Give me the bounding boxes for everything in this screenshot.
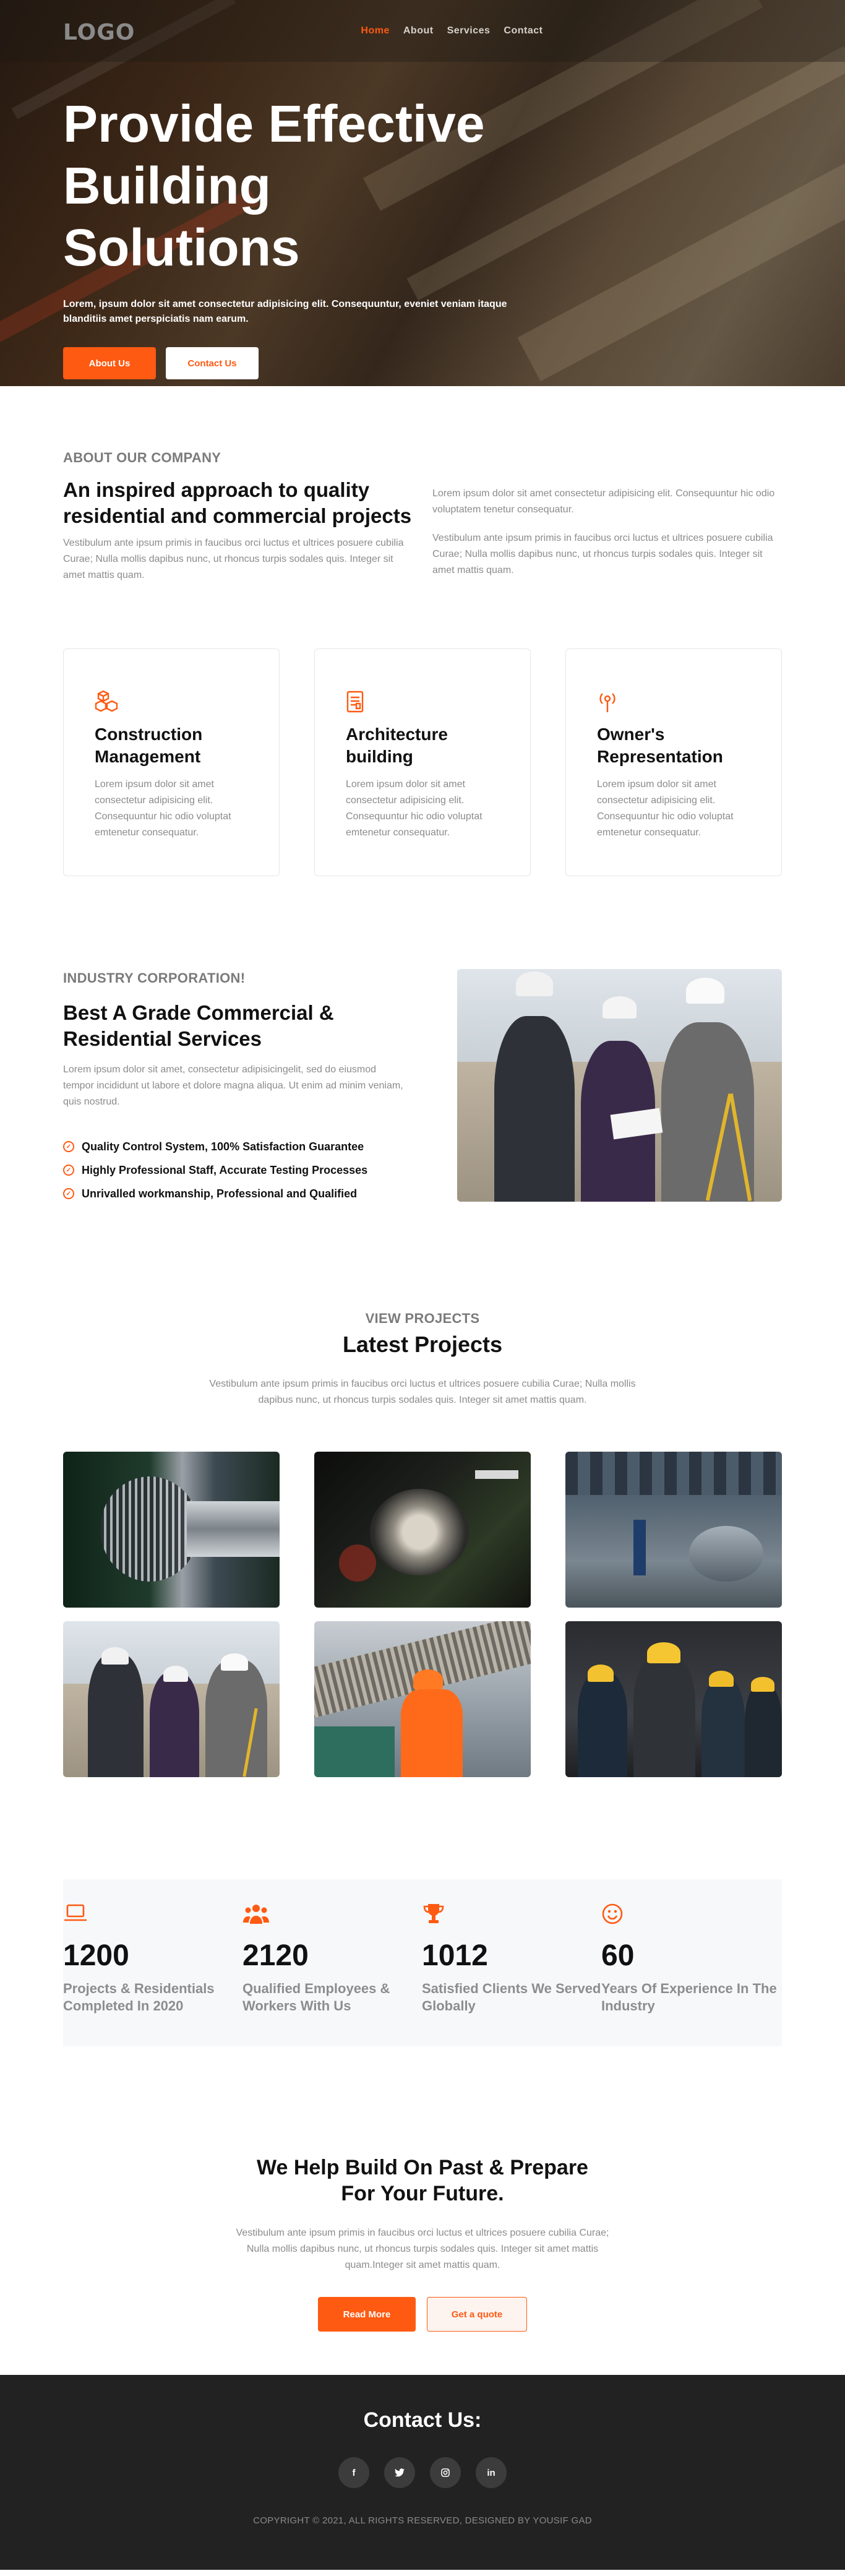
linkedin-icon[interactable]: in (476, 2457, 507, 2488)
about-title: An inspired approach to quality resident… (63, 478, 412, 527)
social-links: f in (0, 2457, 845, 2488)
about-label: ABOUT OUR COMPANY (63, 450, 221, 465)
engineers-photo (457, 969, 782, 1202)
feature-list: ✓ Quality Control System, 100% Satisfacti… (63, 1135, 410, 1205)
nav-item-home[interactable]: Home (361, 25, 389, 37)
projects-title: Latest Projects (342, 1332, 503, 1357)
project-image-turbine[interactable] (63, 1452, 280, 1608)
industry-label: INDUSTRY CORPORATION! (63, 970, 246, 986)
projects-section: VIEW PROJECTS Latest Projects Vestibulum… (63, 1311, 782, 1777)
nav-item-about[interactable]: About (403, 25, 434, 37)
feature-item: ✓ Highly Professional Staff, Accurate Tes… (63, 1158, 410, 1182)
cta-section: We Help Build On Past & Prepare For Your… (63, 2155, 782, 2332)
stat-number: 60 (601, 1939, 635, 1972)
project-image-workers-group[interactable] (565, 1621, 782, 1777)
services-cards: Construction Management Lorem ipsum dolo… (63, 648, 782, 876)
blueprint-icon (346, 690, 373, 715)
service-card-construction: Construction Management Lorem ipsum dolo… (63, 648, 280, 876)
service-card-owner: Owner's Representation Lorem ipsum dolor… (565, 648, 782, 876)
stat-clients: 1012 Satisfied Clients We Served Globall… (422, 1903, 601, 2046)
service-title: Construction Management (95, 725, 203, 766)
twitter-icon[interactable] (384, 2457, 415, 2488)
hero-section: LOGO Home About Services Contact Provide… (0, 0, 845, 386)
stat-text: Projects & Residentials Completed In 202… (63, 1981, 215, 2014)
hero-text: Lorem, ipsum dolor sit amet consectetur … (63, 299, 507, 324)
service-text: Lorem ipsum dolor sit amet consectetur a… (95, 779, 231, 838)
stat-employees: 2120 Qualified Employees & Workers With … (242, 1903, 422, 2046)
stat-text: Satisfied Clients We Served Globally (422, 1981, 601, 2014)
about-us-button[interactable]: About Us (63, 347, 156, 379)
service-title: Owner's Representation (597, 725, 723, 766)
logo[interactable]: LOGO (63, 20, 135, 45)
instagram-icon[interactable] (430, 2457, 461, 2488)
project-image-pipe-worker[interactable] (314, 1621, 531, 1777)
footer: Contact Us: f in COPYRIGHT © 2021, ALL R… (0, 2375, 845, 2570)
about-text-left: Vestibulum ante ipsum primis in faucibus… (63, 538, 404, 580)
check-circle-icon: ✓ (63, 1141, 74, 1152)
hero-content: Provide Effective Building Solutions Lor… (63, 93, 508, 379)
stat-number: 1012 (422, 1939, 488, 1972)
cta-text: Vestibulum ante ipsum primis in faucibus… (236, 2228, 609, 2270)
service-text: Lorem ipsum dolor sit amet consectetur a… (346, 779, 483, 838)
projects-text: Vestibulum ante ipsum primis in faucibus… (209, 1379, 636, 1405)
stat-experience: 60 Years Of Experience In The Industry (601, 1903, 781, 2046)
smile-icon (601, 1903, 781, 1928)
cta-title: We Help Build On Past & Prepare For Your… (257, 2156, 588, 2205)
industry-text: Lorem ipsum dolor sit amet, consectetur … (63, 1064, 403, 1107)
project-image-engineers[interactable] (63, 1621, 280, 1777)
feature-item: ✓ Quality Control System, 100% Satisfacti… (63, 1135, 410, 1158)
stat-number: 1200 (63, 1939, 129, 1972)
service-title: Architecture building (346, 725, 448, 766)
project-image-machine[interactable] (314, 1452, 531, 1608)
service-card-architecture: Architecture building Lorem ipsum dolor … (314, 648, 531, 876)
industry-section: INDUSTRY CORPORATION! Best A Grade Comme… (63, 969, 782, 1205)
trophy-icon (422, 1903, 601, 1928)
hero-title: Provide Effective Building Solutions (63, 95, 485, 277)
stats-bar: 1200 Projects & Residentials Completed I… (63, 1879, 782, 2046)
nav-item-services[interactable]: Services (447, 25, 491, 37)
contact-us-button[interactable]: Contact Us (166, 347, 259, 379)
project-image-factory[interactable] (565, 1452, 782, 1608)
signal-icon (597, 690, 624, 715)
cta-buttons: Read More Get a quote (63, 2297, 782, 2332)
stat-text: Years Of Experience In The Industry (601, 1981, 777, 2014)
copyright-text: COPYRIGHT © 2021, ALL RIGHTS RESERVED, D… (253, 2515, 592, 2526)
facebook-icon[interactable]: f (338, 2457, 369, 2488)
users-icon (242, 1903, 422, 1928)
laptop-icon (63, 1903, 242, 1928)
stat-projects: 1200 Projects & Residentials Completed I… (63, 1903, 242, 2046)
about-section: ABOUT OUR COMPANY An inspired approach t… (63, 386, 782, 2332)
read-more-button[interactable]: Read More (318, 2297, 416, 2332)
check-circle-icon: ✓ (63, 1165, 74, 1176)
stat-text: Qualified Employees & Workers With Us (242, 1981, 390, 2014)
nav-menu: Home About Services Contact (361, 25, 543, 37)
feature-item: ✓ Unrivalled workmanship, Professional an… (63, 1182, 410, 1205)
top-navigation: LOGO Home About Services Contact (0, 0, 845, 62)
cubes-icon (95, 690, 122, 715)
nav-item-contact[interactable]: Contact (504, 25, 543, 37)
projects-label: VIEW PROJECTS (365, 1311, 480, 1326)
service-text: Lorem ipsum dolor sit amet consectetur a… (597, 779, 734, 838)
project-gallery (63, 1452, 782, 1777)
stat-number: 2120 (242, 1939, 309, 1972)
about-text-right-1: Lorem ipsum dolor sit amet consectetur a… (432, 488, 775, 515)
industry-title: Best A Grade Commercial & Residential Se… (63, 1001, 334, 1050)
footer-title: Contact Us: (363, 2408, 482, 2432)
get-quote-button[interactable]: Get a quote (427, 2297, 527, 2332)
about-text-right-2: Vestibulum ante ipsum primis in faucibus… (432, 533, 773, 575)
hero-buttons: About Us Contact Us (63, 347, 508, 379)
check-circle-icon: ✓ (63, 1188, 74, 1199)
